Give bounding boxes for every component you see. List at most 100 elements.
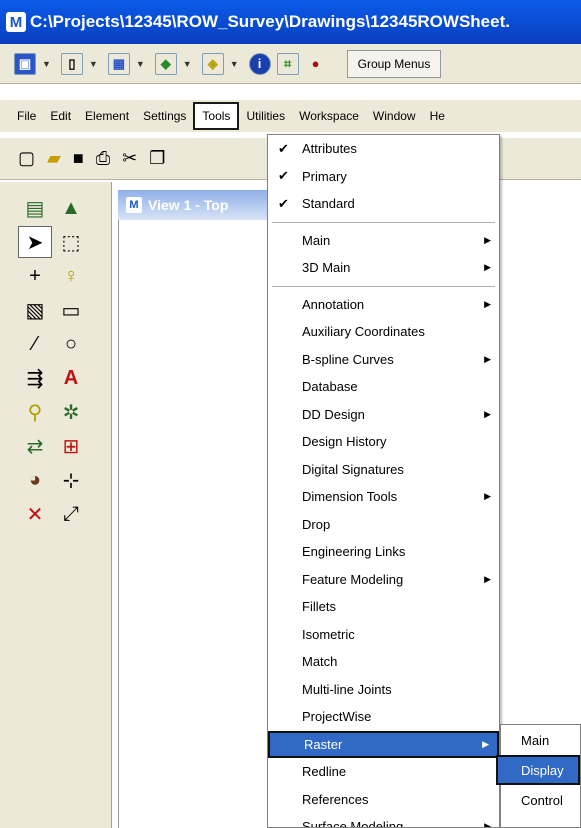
grid-array-icon[interactable]: ⊹ [54,464,88,496]
menu-item-auxiliary-coordinates[interactable]: Auxiliary Coordinates [268,318,499,346]
new-document-icon[interactable]: ▢ [18,148,35,169]
view-window-icon: M [126,197,142,213]
menu-item-references[interactable]: References [268,786,499,814]
menu-item-dd-design[interactable]: DD Design ▶ [268,401,499,429]
check-icon: ✔ [278,140,289,156]
menu-item-label: Annotation [302,296,365,312]
text-place-icon[interactable]: ⇶ [18,362,52,394]
menu-item-isometric[interactable]: Isometric [268,621,499,649]
menu-item-label: Isometric [302,626,355,642]
chevron-down-icon[interactable]: ▼ [230,59,239,69]
text-icon[interactable]: A [54,362,88,394]
menu-item-b-spline-curves[interactable]: B-spline Curves ▶ [268,346,499,374]
bulb-icon[interactable]: ♀ [54,260,88,292]
window-icon[interactable]: ▣ [14,52,36,75]
submenu-arrow-icon: ▶ [484,298,491,309]
menu-item-design-history[interactable]: Design History [268,428,499,456]
menu-tools[interactable]: Tools [193,102,240,130]
levels-icon[interactable]: ◆ [154,52,177,75]
menu-item-redline[interactable]: Redline [268,758,499,786]
menu-item-engineering-links[interactable]: Engineering Links [268,538,499,566]
menu-item-label: B-spline Curves [302,351,394,367]
view-title-bar[interactable]: M View 1 - Top [118,190,268,220]
menu-item-digital-signatures[interactable]: Digital Signatures [268,456,499,484]
menu-item-main[interactable]: Main ▶ [268,227,499,255]
microstation-logo-icon: M [6,12,26,32]
menu-help[interactable]: He [423,102,452,130]
point-icon[interactable]: ⚲ [18,396,52,428]
menu-edit[interactable]: Edit [43,102,78,130]
menu-item-multi-line-joints[interactable]: Multi-line Joints [268,676,499,704]
menu-item-standard[interactable]: ✔ Standard [268,190,499,218]
menu-item-label: Main [302,232,331,248]
menu-item-3d-main[interactable]: 3D Main ▶ [268,254,499,282]
print-icon[interactable]: ⎙ [96,148,110,169]
delete-icon[interactable]: ✕ [18,498,52,530]
measure-icon[interactable]: ⊞ [54,430,88,462]
menu-item-label: ProjectWise [302,709,372,725]
chevron-down-icon[interactable]: ▼ [89,59,98,69]
menu-item-drop[interactable]: Drop [268,511,499,539]
rectangle-icon[interactable]: ▭ [54,294,88,326]
menu-item-surface-modeling[interactable]: Surface Modeling ▶ [268,813,499,828]
menu-item-label: Multi-line Joints [302,681,392,697]
menu-item-attributes[interactable]: ✔ Attributes [268,135,499,163]
snap-plus-icon[interactable]: + [18,260,52,292]
menu-item-annotation[interactable]: Annotation ▶ [268,291,499,319]
menu-item-database[interactable]: Database [268,373,499,401]
element-select-icon[interactable]: ⌗ [276,52,299,75]
menu-item-projectwise[interactable]: ProjectWise [268,703,499,731]
snap-star-icon[interactable]: ✲ [54,396,88,428]
menu-item-raster[interactable]: Raster ▶ [268,730,499,758]
circle-icon[interactable]: ○ [54,328,88,360]
view-canvas[interactable] [118,220,268,828]
grid-icon[interactable]: ▦ [107,52,130,75]
menu-item-label: Surface Modeling [302,819,404,828]
menu-item-label: References [302,791,369,807]
menu-settings[interactable]: Settings [136,102,193,130]
menu-workspace[interactable]: Workspace [292,102,366,130]
new-file-icon[interactable]: ▯ [60,52,83,75]
dimension-icon[interactable]: ⇄ [18,430,52,462]
menu-item-match[interactable]: Match [268,648,499,676]
group-menus-button[interactable]: Group Menus [346,49,442,78]
copy-icon[interactable]: ❐ [149,148,165,169]
submenu-arrow-icon: ▶ [484,408,491,419]
save-icon[interactable]: ■ [73,148,84,169]
menu-item-label: Redline [302,764,347,780]
submenu-item-main[interactable]: Main [501,725,580,755]
menu-window[interactable]: Window [366,102,423,130]
menu-item-primary[interactable]: ✔ Primary [268,163,499,191]
menu-item-label: Standard [302,196,355,212]
submenu-item-display[interactable]: Display [496,755,580,785]
submenu-item-control[interactable]: Control [501,785,580,815]
open-folder-icon[interactable]: ▰ [47,148,61,169]
menu-utilities[interactable]: Utilities [239,102,292,130]
record-icon[interactable]: ● [305,53,327,75]
chevron-down-icon[interactable]: ▼ [42,59,51,69]
fit-view-icon[interactable]: ⤢ [54,498,88,530]
project-tools-icon[interactable]: ▤ [18,192,52,224]
select-arrow-icon[interactable]: ➤ [18,226,52,258]
menu-item-label: Feature Modeling [302,571,404,587]
menu-file[interactable]: File [10,102,43,130]
menu-item-fillets[interactable]: Fillets [268,593,499,621]
window-title: C:\Projects\12345\ROW_Survey\Drawings\12… [30,12,510,31]
palette-icon[interactable]: ◕ [18,464,52,496]
menu-separator [272,221,495,223]
menu-item-label: Digital Signatures [302,461,404,477]
menu-item-label: Match [302,654,338,670]
menu-item-feature-modeling[interactable]: Feature Modeling ▶ [268,566,499,594]
cell-icon[interactable]: ▧ [18,294,52,326]
menu-element[interactable]: Element [78,102,136,130]
fence-icon[interactable]: ⬚ [54,226,88,258]
cut-icon[interactable]: ✂ [122,148,137,169]
chevron-down-icon[interactable]: ▼ [183,59,192,69]
menu-item-label: 3D Main [302,260,351,276]
menu-item-dimension-tools[interactable]: Dimension Tools ▶ [268,483,499,511]
road-tools-icon[interactable]: ▲ [54,192,88,224]
info-icon[interactable]: i [248,52,271,75]
chevron-down-icon[interactable]: ▼ [136,59,145,69]
layers-icon[interactable]: ◈ [201,52,224,75]
line-icon[interactable]: ⁄ [18,328,52,360]
